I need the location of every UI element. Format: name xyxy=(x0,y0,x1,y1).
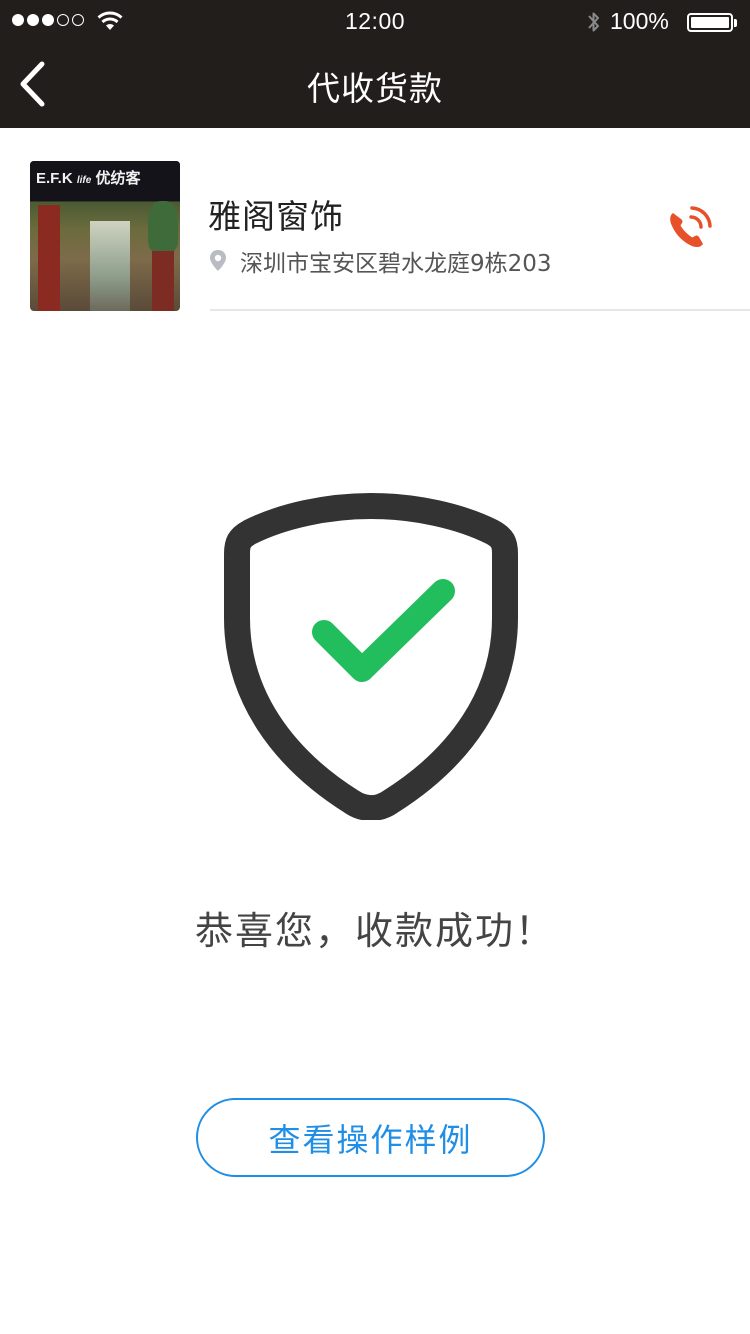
shield-check-icon xyxy=(224,493,518,820)
store-thumbnail: E.F.K life 优纺客 xyxy=(30,161,180,311)
storefront-pillar xyxy=(38,205,60,311)
store-address: 深圳市宝安区碧水龙庭9栋203 xyxy=(240,251,552,277)
page-title: 代收货款 xyxy=(307,69,443,108)
battery-level xyxy=(691,17,729,28)
phone-icon xyxy=(670,206,712,248)
top-bar: 12:00 100% 代收货款 xyxy=(0,0,750,128)
battery-percentage: 100% xyxy=(610,8,669,34)
battery-cap xyxy=(734,19,737,27)
storefront-plant xyxy=(148,201,178,251)
sign-life: life xyxy=(76,175,92,186)
battery-icon xyxy=(687,13,733,32)
store-name: 雅阁窗饰 xyxy=(208,197,344,236)
location-pin-icon xyxy=(210,250,226,271)
bluetooth-icon xyxy=(588,12,599,32)
store-sign-text: E.F.K life 优纺客 xyxy=(36,167,141,188)
storefront-door xyxy=(90,221,130,311)
success-message: 恭喜您，收款成功！ xyxy=(194,909,555,953)
sign-chinese: 优纺客 xyxy=(95,170,141,187)
call-button[interactable] xyxy=(664,204,716,252)
store-address-row: 深圳市宝安区碧水龙庭9栋203 xyxy=(208,244,552,278)
store-card: E.F.K life 优纺客 雅阁窗饰 深圳市宝安区碧水龙庭9栋203 xyxy=(0,128,750,312)
screen: 12:00 100% 代收货款 E.F.K life 优纺客 雅阁窗饰 深圳市宝… xyxy=(0,0,750,1334)
sign-brand: E.F.K xyxy=(36,170,73,187)
view-example-button[interactable]: 查看操作样例 xyxy=(196,1098,545,1177)
divider xyxy=(210,309,750,311)
status-bar: 12:00 100% xyxy=(0,0,750,44)
